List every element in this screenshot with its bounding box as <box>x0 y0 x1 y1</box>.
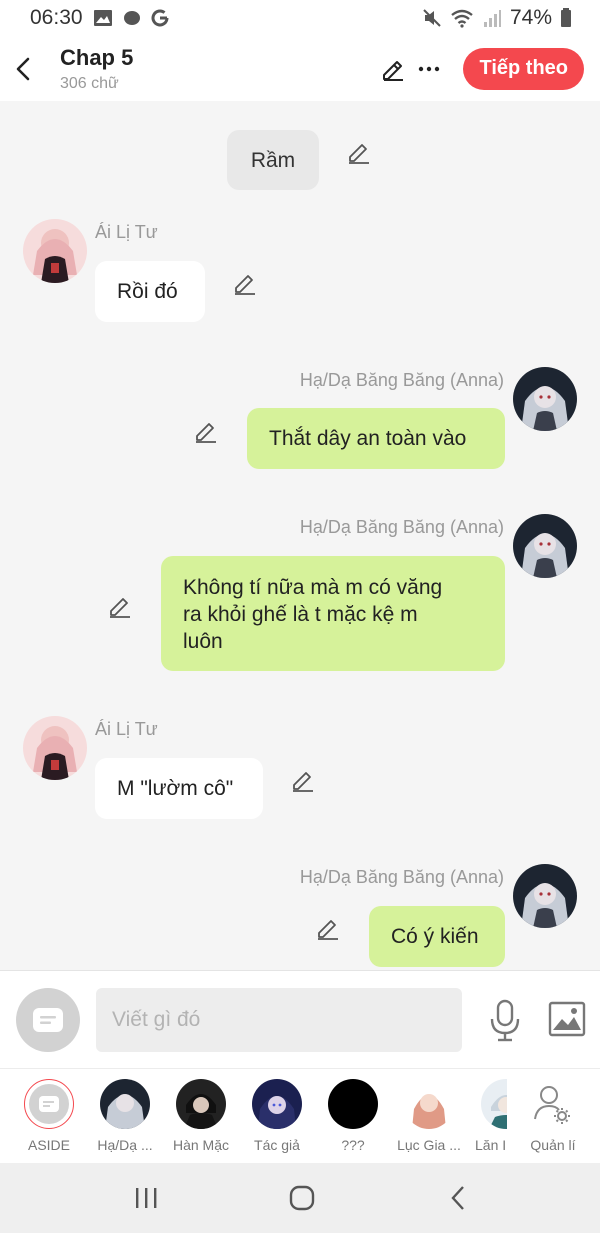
message-line: luôn <box>183 630 223 653</box>
message-text: Có ý kiến <box>391 925 479 948</box>
home-button[interactable] <box>282 1181 322 1215</box>
back-button[interactable] <box>0 39 46 99</box>
sender-name: Hạ/Dạ Băng Băng (Anna) <box>299 517 504 537</box>
aside-toggle-button[interactable] <box>16 988 80 1052</box>
avatar <box>176 1079 226 1129</box>
signal-icon <box>483 10 501 27</box>
character-name: ??? <box>341 1137 365 1153</box>
character-name: ASIDE <box>27 1137 70 1153</box>
avatar <box>328 1079 378 1129</box>
word-count: 306 chữ <box>60 74 119 92</box>
status-bar: 06:30 74% <box>0 0 600 36</box>
more-button[interactable] <box>411 49 447 89</box>
wifi-icon <box>451 9 473 28</box>
character-item[interactable]: Lục Gia ... <box>391 1079 467 1153</box>
message-box-icon <box>39 1096 59 1112</box>
image-icon <box>93 10 112 26</box>
mute-icon <box>423 9 441 27</box>
more-dots-icon <box>419 66 440 71</box>
edit-message-icon[interactable] <box>193 418 219 444</box>
sender-name: Ái Lị Tư <box>95 719 158 739</box>
character-name: Hạ/Dạ ... <box>97 1137 153 1153</box>
back-nav-button[interactable] <box>438 1181 478 1215</box>
edit-button[interactable] <box>375 49 411 89</box>
page-title: Chap 5 <box>60 44 134 70</box>
aside-avatar <box>24 1079 74 1129</box>
character-item[interactable]: Tác giả <box>239 1079 315 1153</box>
edit-message-icon[interactable] <box>346 139 372 165</box>
recent-apps-button[interactable] <box>126 1181 166 1215</box>
character-name: Quản lí <box>530 1137 576 1153</box>
sender-name: Hạ/Dạ Băng Băng (Anna) <box>299 370 504 390</box>
edit-message-icon[interactable] <box>290 767 316 793</box>
composer-bar <box>0 970 600 1068</box>
next-chapter-button[interactable]: Tiếp theo <box>463 47 584 90</box>
character-item[interactable]: Hạ/Dạ ... <box>87 1079 163 1153</box>
chat-area[interactable]: Rầm Ái Lị Tư Rồi đó Hạ/Dạ Băng Băng (Ann… <box>0 101 600 970</box>
avatar[interactable] <box>23 219 87 283</box>
message-bubble[interactable]: Thắt dây an toàn vào <box>247 408 505 469</box>
avatar <box>252 1079 302 1129</box>
avatar[interactable] <box>513 864 577 928</box>
message-bubble[interactable]: Có ý kiến <box>369 906 505 967</box>
image-upload-icon[interactable] <box>548 1001 586 1037</box>
message-line: Không tí nữa mà m có văng <box>183 576 443 599</box>
status-time: 06:30 <box>30 6 83 29</box>
chevron-left-icon <box>16 57 30 80</box>
chat-dot-icon <box>123 11 140 25</box>
message-text: Rầm <box>250 148 296 172</box>
character-aside[interactable]: ASIDE <box>11 1079 87 1153</box>
header: Chap 5 306 chữ Tiếp theo <box>0 36 600 101</box>
system-nav-bar <box>0 1163 600 1233</box>
back-arrow-icon <box>451 1186 464 1210</box>
avatar <box>404 1079 454 1129</box>
character-item[interactable]: ??? <box>315 1079 391 1153</box>
pencil-icon <box>383 60 404 81</box>
character-name: Tác giả <box>254 1137 300 1153</box>
battery-icon <box>561 8 571 27</box>
message-input[interactable] <box>96 988 462 1052</box>
edit-message-icon[interactable] <box>232 270 258 296</box>
home-icon <box>289 1185 315 1211</box>
recent-apps-icon <box>136 1188 157 1208</box>
user-settings-icon <box>534 1086 570 1124</box>
edit-message-icon[interactable] <box>315 915 341 941</box>
edit-message-icon[interactable] <box>107 593 133 619</box>
avatar[interactable] <box>513 514 577 578</box>
avatar <box>100 1079 150 1129</box>
character-name: Lăn I <box>475 1137 507 1153</box>
message-text: M "lườm cô" <box>117 777 234 800</box>
google-icon <box>151 9 169 27</box>
sender-name: Hạ/Dạ Băng Băng (Anna) <box>299 867 504 887</box>
message-line: ra khỏi ghế là t mặc kệ m <box>183 603 418 626</box>
manage-characters-button[interactable]: Quản lí <box>515 1079 591 1153</box>
character-item[interactable]: Lăn I <box>467 1079 507 1153</box>
avatar[interactable] <box>513 367 577 431</box>
character-strip: ASIDE Hạ/Dạ ... Hàn Mặc Tác giả ??? Lục … <box>0 1068 600 1163</box>
message-text: Rồi đó <box>117 280 178 303</box>
message-box-icon <box>33 1008 63 1032</box>
chapter-title-block: Chap 5 306 chữ <box>60 45 133 93</box>
sender-name: Ái Lị Tư <box>95 222 158 242</box>
character-name: Lục Gia ... <box>397 1137 461 1153</box>
message-bubble[interactable]: Không tí nữa mà m có văng ra khỏi ghế là… <box>161 556 505 671</box>
message-bubble[interactable]: M "lườm cô" <box>95 758 263 819</box>
narration-bubble[interactable]: Rầm <box>227 130 319 190</box>
character-name: Hàn Mặc <box>172 1137 230 1153</box>
message-text: Thắt dây an toàn vào <box>269 427 467 450</box>
battery-percent: 74% <box>509 6 552 29</box>
avatar <box>481 1079 507 1129</box>
message-bubble[interactable]: Rồi đó <box>95 261 205 322</box>
microphone-icon[interactable] <box>486 999 524 1043</box>
avatar[interactable] <box>23 716 87 780</box>
character-item[interactable]: Hàn Mặc <box>163 1079 239 1153</box>
